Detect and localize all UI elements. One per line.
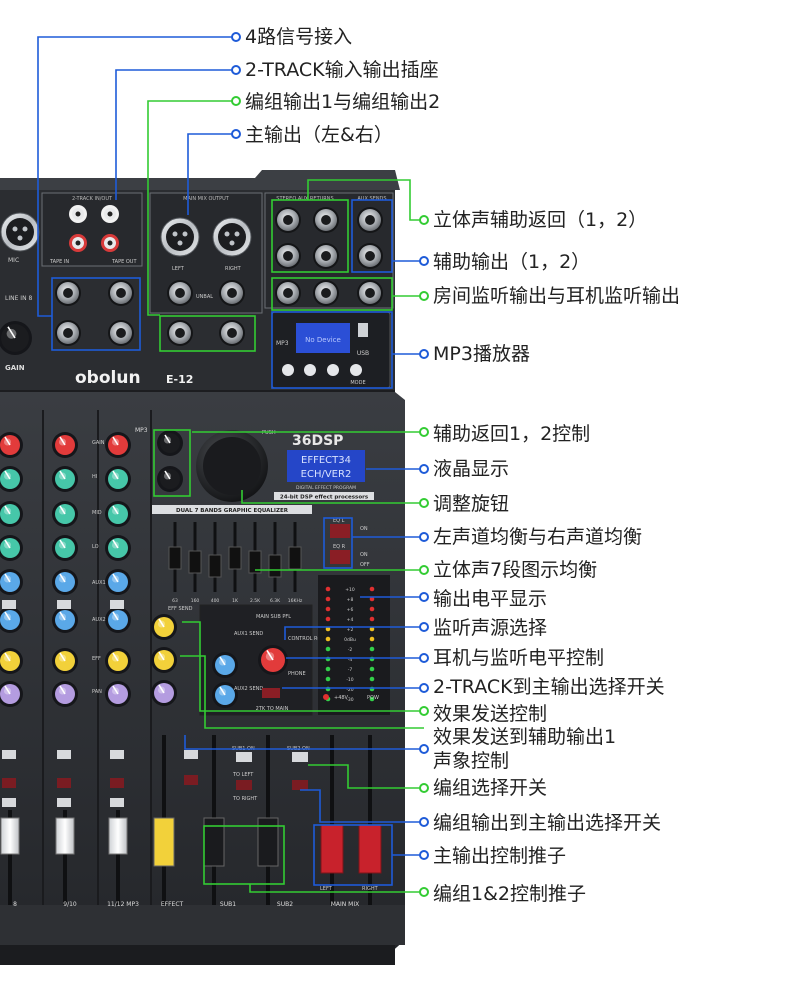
callout-output-level-display: 输出电平显示 (433, 588, 548, 610)
callout-stereo-aux-returns: 立体声辅助返回（1，2） (433, 209, 648, 231)
leader-dot (419, 427, 429, 437)
callout-phone-monitor-level: 耳机与监听电平控制 (433, 647, 605, 669)
leader-sub-to-main (300, 789, 424, 823)
leader-dot (419, 532, 429, 542)
leader-dot (419, 887, 429, 897)
callout-effect-to-aux1: 效果发送到辅助输出1 (433, 726, 617, 748)
callout-lcd-display: 液晶显示 (433, 458, 510, 480)
callout-sub-group-switch: 编组选择开关 (433, 777, 548, 799)
leader-signal-inputs (37, 36, 236, 317)
highlight-eq-buttons (323, 517, 353, 569)
callout-pan-control: 声象控制 (433, 750, 510, 772)
callout-2track-io: 2-TRACK输入输出插座 (245, 59, 439, 81)
leader-effect-to-aux1 (184, 735, 424, 750)
leader-dot (419, 215, 429, 225)
leader-dot (419, 349, 429, 359)
callout-lr-eq: 左声道均衡与右声道均衡 (433, 526, 643, 548)
highlight-line-inputs (51, 277, 141, 351)
leader-dot (419, 565, 429, 575)
callout-signal-inputs: 4路信号接入 (245, 26, 353, 48)
highlight-aux-returns (271, 199, 349, 273)
callout-aux-outputs: 辅助输出（1，2） (433, 251, 591, 273)
callout-mp3-player: MP3播放器 (433, 343, 530, 365)
leader-dot (231, 32, 241, 42)
highlight-mp3 (271, 311, 393, 389)
leader-dot (419, 291, 429, 301)
leader-effect-send-2 (180, 655, 424, 729)
leader-dot (419, 850, 429, 860)
highlight-sub-outputs (159, 315, 256, 352)
leader-monitor-source (284, 626, 424, 640)
leader-2track (115, 69, 236, 200)
leader-dot (419, 706, 429, 716)
leader-sub-group-switch (308, 764, 424, 789)
callout-main-output: 主输出（左&右） (245, 124, 393, 146)
callout-sub-to-main-switch: 编组输出到主输出选择开关 (433, 812, 662, 834)
callout-main-fader: 主输出控制推子 (433, 845, 567, 867)
leader-dot (419, 653, 429, 663)
highlight-sub-faders (203, 825, 285, 885)
leader-dot (419, 744, 429, 754)
callout-leader-lines (37, 32, 429, 897)
highlight-aux-return-knobs (153, 429, 191, 497)
leader-dot (419, 256, 429, 266)
callout-sub-faders: 编组1&2控制推子 (433, 883, 586, 905)
leader-dot (419, 498, 429, 508)
annotated-mixer-diagram: 2-TRACK IN/OUT MAIN MIX OUTPUT STEREO AUX … (0, 0, 790, 988)
callout-room-phone-outputs: 房间监听输出与耳机监听输出 (433, 285, 681, 307)
callout-adjust-knob: 调整旋钮 (433, 493, 510, 515)
leader-dot (419, 783, 429, 793)
callout-2track-to-main: 2-TRACK到主输出选择开关 (433, 676, 665, 698)
callout-7band-geq: 立体声7段图示均衡 (433, 559, 598, 581)
callout-effect-send-control: 效果发送控制 (433, 703, 548, 725)
callout-aux-return-control: 辅助返回1，2控制 (433, 423, 591, 445)
leader-dot (231, 65, 241, 75)
leader-main-output (187, 133, 236, 215)
highlight-room-outputs (271, 277, 393, 311)
highlight-main-faders (313, 824, 393, 886)
leader-dot (419, 817, 429, 827)
callout-sub-outputs: 编组输出1与编组输出2 (245, 91, 441, 113)
leader-adjust-knob (241, 490, 424, 504)
leader-dot (231, 129, 241, 139)
leader-dot (231, 96, 241, 106)
leader-dot (419, 592, 429, 602)
leader-dot (419, 622, 429, 632)
highlight-aux-outputs (351, 199, 393, 273)
leader-effect-send (182, 621, 424, 712)
leader-sub-outputs (147, 100, 236, 316)
callout-monitor-source-select: 监听声源选择 (433, 617, 548, 639)
leader-dot (419, 683, 429, 693)
leader-dot (419, 464, 429, 474)
